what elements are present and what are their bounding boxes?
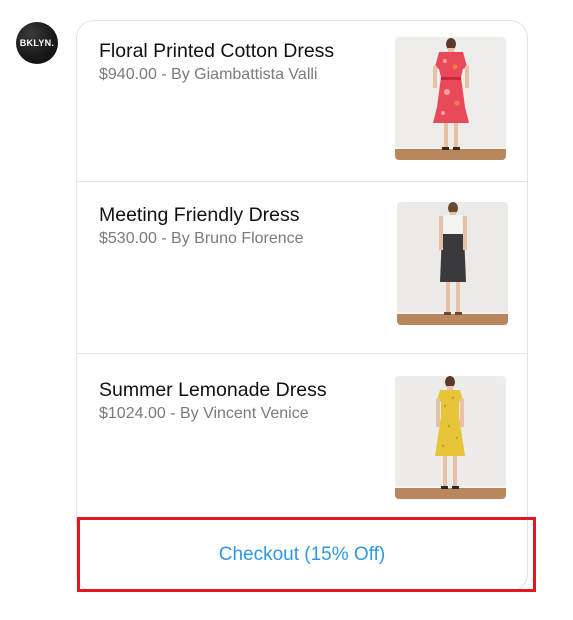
checkout-row: Checkout (15% Off) (77, 518, 527, 591)
dress-photo-floral-icon (395, 37, 506, 160)
checkout-button[interactable]: Checkout (15% Off) (219, 544, 386, 566)
list-item[interactable]: Floral Printed Cotton Dress $940.00 - By… (77, 21, 527, 181)
avatar-label: BKLYN. (19, 38, 55, 48)
list-item[interactable]: Summer Lemonade Dress $1024.00 - By Vinc… (77, 353, 527, 518)
bot-avatar: BKLYN. (16, 22, 58, 64)
chat-view: BKLYN. Floral Printed Cotton Dress $940.… (0, 0, 573, 620)
dress-photo-black-white-icon (397, 202, 508, 325)
item-subtitle: $940.00 - By Giambattista Valli (99, 66, 318, 83)
item-title: Summer Lemonade Dress (99, 379, 327, 401)
product-list-card: Floral Printed Cotton Dress $940.00 - By… (76, 20, 528, 592)
item-title: Floral Printed Cotton Dress (99, 40, 335, 62)
dress-photo-yellow-icon (395, 376, 506, 499)
item-subtitle: $1024.00 - By Vincent Venice (99, 405, 309, 422)
item-title: Meeting Friendly Dress (99, 204, 300, 226)
list-item[interactable]: Meeting Friendly Dress $530.00 - By Brun… (77, 181, 527, 353)
item-subtitle: $530.00 - By Bruno Florence (99, 230, 304, 247)
